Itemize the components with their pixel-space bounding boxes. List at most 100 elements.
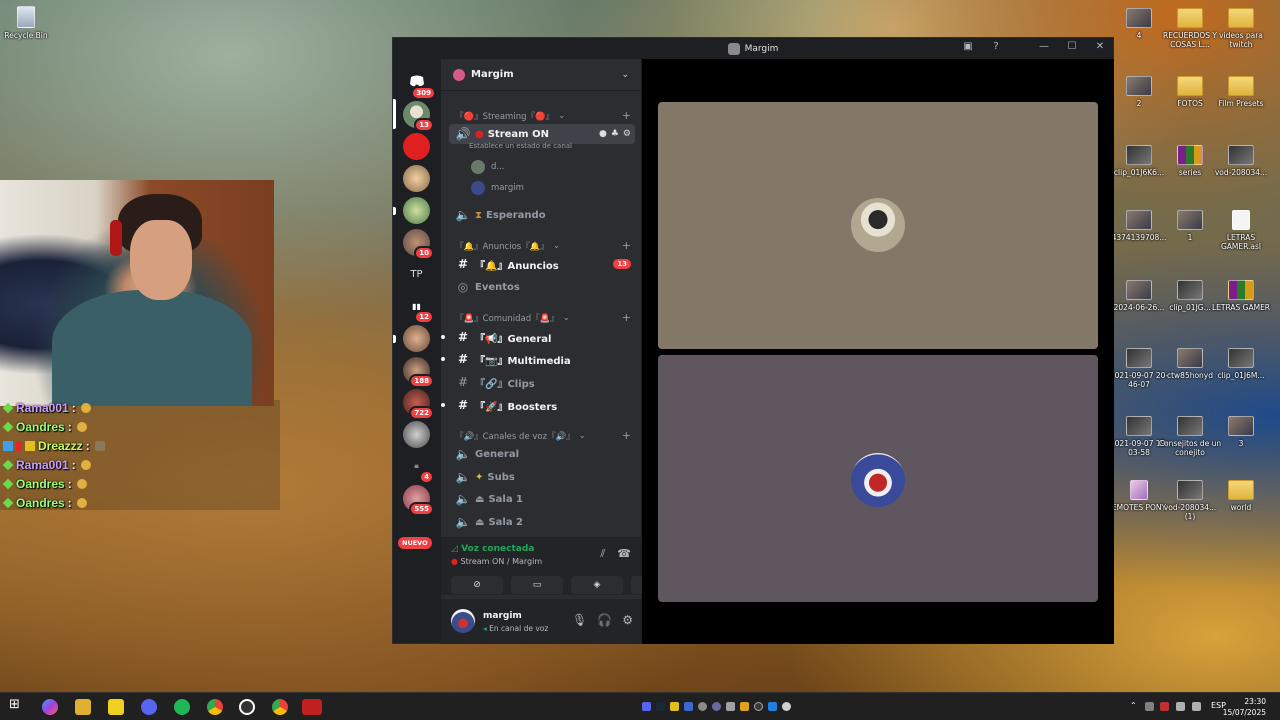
channel-status-hint[interactable]: Establece un estado de canal bbox=[469, 142, 572, 150]
chrome-icon[interactable] bbox=[207, 699, 223, 715]
desktop-shortcut[interactable]: 3 bbox=[1209, 416, 1273, 448]
avatar[interactable] bbox=[451, 609, 475, 633]
channel-sala1[interactable]: 🔈 ⏏ Sala 1 bbox=[449, 489, 635, 509]
tray-app-icon[interactable] bbox=[782, 702, 791, 711]
new-servers-pill[interactable]: NUEVO bbox=[398, 537, 432, 549]
disconnect-icon[interactable]: ☎ bbox=[617, 547, 631, 561]
gear-icon[interactable]: ⚙ bbox=[623, 129, 631, 139]
server-icon[interactable]: 13 bbox=[393, 99, 434, 132]
chevron-up-icon[interactable]: ⌃ bbox=[1130, 701, 1137, 710]
network-icon[interactable] bbox=[1176, 702, 1185, 711]
add-channel-icon[interactable]: + bbox=[622, 239, 631, 252]
channel-clips[interactable]: # 『🔗』Clips bbox=[449, 372, 635, 392]
maximize-button[interactable]: ☐ bbox=[1065, 41, 1079, 52]
invite-icon[interactable]: ♣ bbox=[611, 129, 619, 139]
participant-tile[interactable] bbox=[658, 355, 1098, 602]
file-explorer-icon[interactable] bbox=[75, 699, 91, 715]
server-header[interactable]: Margim ⌄ bbox=[441, 59, 641, 91]
tray-app-icon[interactable] bbox=[754, 702, 763, 711]
channel-sala2[interactable]: 🔈 ⏏ Sala 2 bbox=[449, 512, 635, 532]
help-icon[interactable]: ? bbox=[989, 41, 1003, 52]
close-button[interactable]: ✕ bbox=[1093, 41, 1107, 52]
add-channel-icon[interactable]: + bbox=[622, 109, 631, 122]
sticky-notes-icon[interactable] bbox=[108, 699, 124, 715]
channel-boosters[interactable]: # 『🚀』Boosters bbox=[441, 395, 635, 415]
channel-esperando[interactable]: 🔈 ⧗ Esperando bbox=[449, 205, 635, 225]
add-channel-icon[interactable]: + bbox=[622, 311, 631, 324]
minimize-button[interactable]: — bbox=[1037, 41, 1051, 52]
activities-button[interactable]: ◈ bbox=[571, 576, 623, 594]
desktop-shortcut[interactable]: LETRAS GAMER bbox=[1209, 280, 1273, 312]
server-icon-tp[interactable]: TP bbox=[403, 261, 430, 288]
desktop-shortcut[interactable]: vod-208034... bbox=[1209, 145, 1273, 177]
microphone-icon[interactable]: 🎙 bbox=[572, 613, 587, 627]
server-home-dm[interactable]: 309 bbox=[403, 67, 436, 100]
tray-app-icon[interactable] bbox=[1145, 702, 1154, 711]
tray-app-icon[interactable] bbox=[642, 702, 651, 711]
server-icon[interactable]: 188 bbox=[403, 357, 434, 388]
tray-app-icon[interactable] bbox=[740, 702, 749, 711]
desktop-icon-label: videos para twitch bbox=[1219, 31, 1263, 49]
category-streaming[interactable]: 『🔴』Streaming『🔴』 ⌄ + bbox=[455, 109, 631, 122]
server-icon[interactable] bbox=[403, 421, 430, 448]
desktop-icon-label: ctw85honyd bbox=[1166, 371, 1214, 380]
channel-voz-general[interactable]: 🔈 General bbox=[449, 444, 635, 464]
server-icon[interactable] bbox=[393, 197, 430, 224]
desktop-shortcut[interactable]: clip_01J6M... bbox=[1209, 348, 1273, 380]
copilot-icon[interactable] bbox=[42, 699, 58, 715]
participant-tile[interactable] bbox=[658, 102, 1098, 349]
unread-badge: 309 bbox=[411, 86, 436, 100]
volume-icon[interactable] bbox=[1192, 702, 1201, 711]
tray-app-icon[interactable] bbox=[684, 702, 693, 711]
noise-suppression-icon[interactable]: ⫽ bbox=[600, 547, 605, 561]
spotify-icon[interactable] bbox=[174, 699, 190, 715]
server-icon[interactable]: 722 bbox=[403, 389, 434, 420]
discord-icon[interactable] bbox=[141, 699, 157, 715]
tray-app-icon[interactable] bbox=[698, 702, 707, 711]
steam-icon[interactable] bbox=[656, 702, 665, 711]
voice-channel-path[interactable]: ● Stream ON / Margim bbox=[451, 557, 542, 566]
desktop-shortcut[interactable]: world bbox=[1209, 480, 1273, 512]
windows-start-icon[interactable]: ⊞ bbox=[9, 697, 25, 713]
screen-share-button[interactable]: ▭ bbox=[511, 576, 563, 594]
tray-app-icon[interactable] bbox=[712, 702, 721, 711]
channel-multimedia[interactable]: # 『📷』Multimedia bbox=[441, 349, 635, 369]
server-icon[interactable]: 555 bbox=[403, 485, 434, 516]
channel-eventos[interactable]: ◎ Eventos bbox=[449, 277, 635, 297]
desktop-shortcut[interactable]: LETRAS GAMER.asl bbox=[1209, 210, 1273, 251]
server-icon[interactable]: ≡ 4 bbox=[403, 453, 434, 484]
server-icon[interactable]: 10 bbox=[403, 229, 434, 260]
server-icon[interactable] bbox=[403, 165, 430, 192]
channel-anuncios[interactable]: # 『🔔』Anuncios 13 bbox=[449, 254, 635, 274]
server-icon[interactable]: ▮▮ 12 bbox=[403, 293, 434, 324]
username[interactable]: margim bbox=[483, 611, 522, 621]
category-voz[interactable]: 『🔊』Canales de voz『🔊』 ⌄ + bbox=[455, 429, 631, 442]
channel-general[interactable]: # 『📢』General bbox=[441, 327, 635, 347]
camera-button[interactable]: ⊘ bbox=[451, 576, 503, 594]
voice-user[interactable]: d... bbox=[471, 158, 505, 176]
add-channel-icon[interactable]: + bbox=[622, 429, 631, 442]
channel-stream-on[interactable]: 🔊 ● Stream ON ● ♣ ⚙ bbox=[449, 124, 635, 144]
category-comunidad[interactable]: 『🚨』Comunidad『🚨』 ⌄ + bbox=[455, 311, 631, 324]
server-icon[interactable] bbox=[393, 325, 430, 352]
category-anuncios[interactable]: 『🔔』Anuncios『🔔』 ⌄ + bbox=[455, 239, 631, 252]
desktop-shortcut[interactable]: Film Presets bbox=[1209, 76, 1273, 108]
server-icon[interactable] bbox=[403, 133, 430, 160]
chat-icon[interactable]: ● bbox=[599, 129, 607, 139]
inbox-icon[interactable]: ▣ bbox=[961, 41, 975, 52]
tray-app-icon[interactable] bbox=[726, 702, 735, 711]
recycle-bin-shortcut[interactable]: Recycle Bin bbox=[0, 6, 58, 40]
system-clock[interactable]: 23:30 15/07/2025 bbox=[1223, 696, 1266, 718]
tray-app-icon[interactable] bbox=[670, 702, 679, 711]
app-icon[interactable] bbox=[302, 699, 322, 715]
channel-subs[interactable]: 🔈 ✦ Subs bbox=[449, 467, 635, 487]
voice-status[interactable]: ◿ Voz conectada bbox=[451, 544, 534, 554]
tray-app-icon[interactable] bbox=[768, 702, 777, 711]
tray-app-icon[interactable] bbox=[1160, 702, 1169, 711]
chrome-icon[interactable] bbox=[272, 699, 288, 715]
headphones-icon[interactable]: 🎧 bbox=[597, 613, 612, 627]
desktop-shortcut[interactable]: videos para twitch bbox=[1209, 8, 1273, 49]
gear-icon[interactable]: ⚙ bbox=[622, 613, 633, 627]
obs-icon[interactable] bbox=[239, 699, 255, 715]
voice-user[interactable]: margim bbox=[471, 179, 524, 197]
